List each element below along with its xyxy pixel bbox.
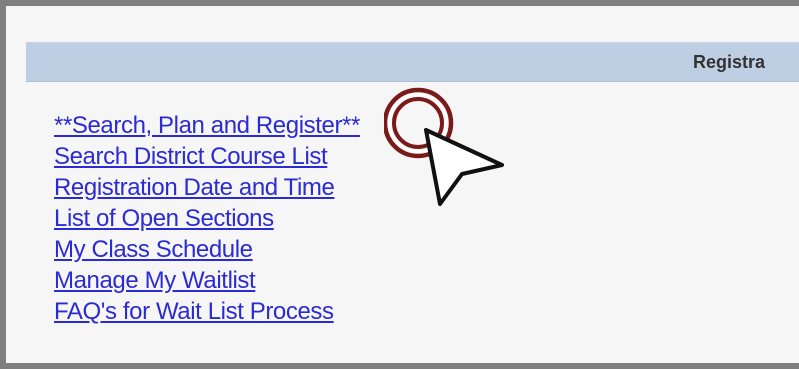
cursor-overlay — [382, 86, 514, 211]
section-header-title: Registra — [693, 52, 766, 72]
registration-menu-item: Search District Course List — [54, 142, 360, 173]
faq-wait-list-process-link[interactable]: FAQ's for Wait List Process — [54, 298, 334, 325]
list-open-sections-link[interactable]: List of Open Sections — [54, 205, 274, 232]
manage-my-waitlist-link[interactable]: Manage My Waitlist — [54, 267, 256, 294]
registration-menu-item: Registration Date and Time — [54, 173, 360, 204]
registration-menu-item: FAQ's for Wait List Process — [54, 297, 360, 328]
registration-date-time-link[interactable]: Registration Date and Time — [54, 174, 335, 201]
registration-menu-item: List of Open Sections — [54, 204, 360, 235]
my-class-schedule-link[interactable]: My Class Schedule — [54, 236, 253, 263]
section-header-bar: Registra — [26, 42, 799, 82]
registration-menu-item: **Search, Plan and Register** — [54, 111, 360, 142]
registration-menu-item: Manage My Waitlist — [54, 266, 360, 297]
registration-menu: **Search, Plan and Register** Search Dis… — [54, 111, 360, 328]
mouse-pointer-icon — [424, 128, 504, 206]
registration-menu-item: My Class Schedule — [54, 235, 360, 266]
search-district-course-list-link[interactable]: Search District Course List — [54, 143, 328, 170]
search-plan-register-link[interactable]: **Search, Plan and Register** — [54, 112, 360, 139]
page-screen: Registra **Search, Plan and Register** S… — [6, 6, 799, 363]
